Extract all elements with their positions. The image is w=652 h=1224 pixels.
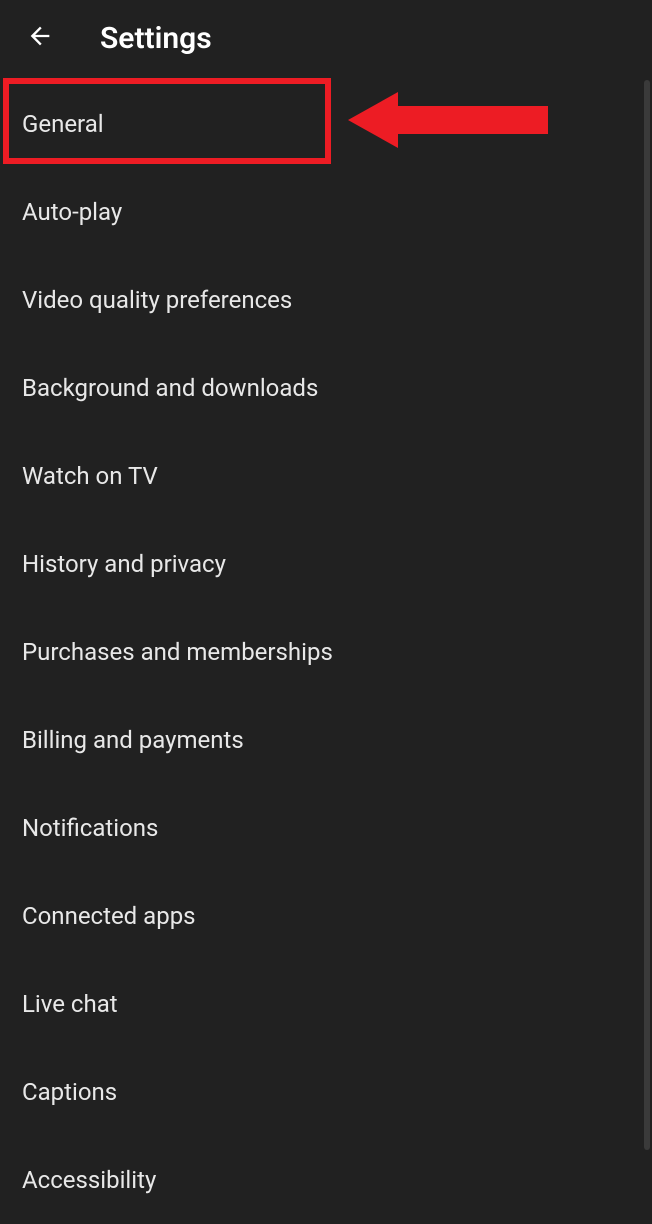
header: Settings	[0, 0, 652, 76]
settings-item-accessibility[interactable]: Accessibility	[0, 1136, 652, 1224]
settings-item-notifications[interactable]: Notifications	[0, 784, 652, 872]
settings-item-background-downloads[interactable]: Background and downloads	[0, 344, 652, 432]
settings-item-live-chat[interactable]: Live chat	[0, 960, 652, 1048]
back-arrow-icon	[26, 22, 54, 54]
scrollbar[interactable]	[644, 80, 650, 1150]
settings-item-history-privacy[interactable]: History and privacy	[0, 520, 652, 608]
settings-item-watch-on-tv[interactable]: Watch on TV	[0, 432, 652, 520]
settings-item-captions[interactable]: Captions	[0, 1048, 652, 1136]
settings-item-billing-payments[interactable]: Billing and payments	[0, 696, 652, 784]
settings-list: General Auto-play Video quality preferen…	[0, 80, 652, 1224]
settings-item-autoplay[interactable]: Auto-play	[0, 168, 652, 256]
page-title: Settings	[100, 21, 212, 56]
back-button[interactable]	[20, 18, 60, 58]
settings-item-purchases-memberships[interactable]: Purchases and memberships	[0, 608, 652, 696]
settings-item-connected-apps[interactable]: Connected apps	[0, 872, 652, 960]
settings-item-video-quality[interactable]: Video quality preferences	[0, 256, 652, 344]
settings-item-general[interactable]: General	[0, 80, 652, 168]
